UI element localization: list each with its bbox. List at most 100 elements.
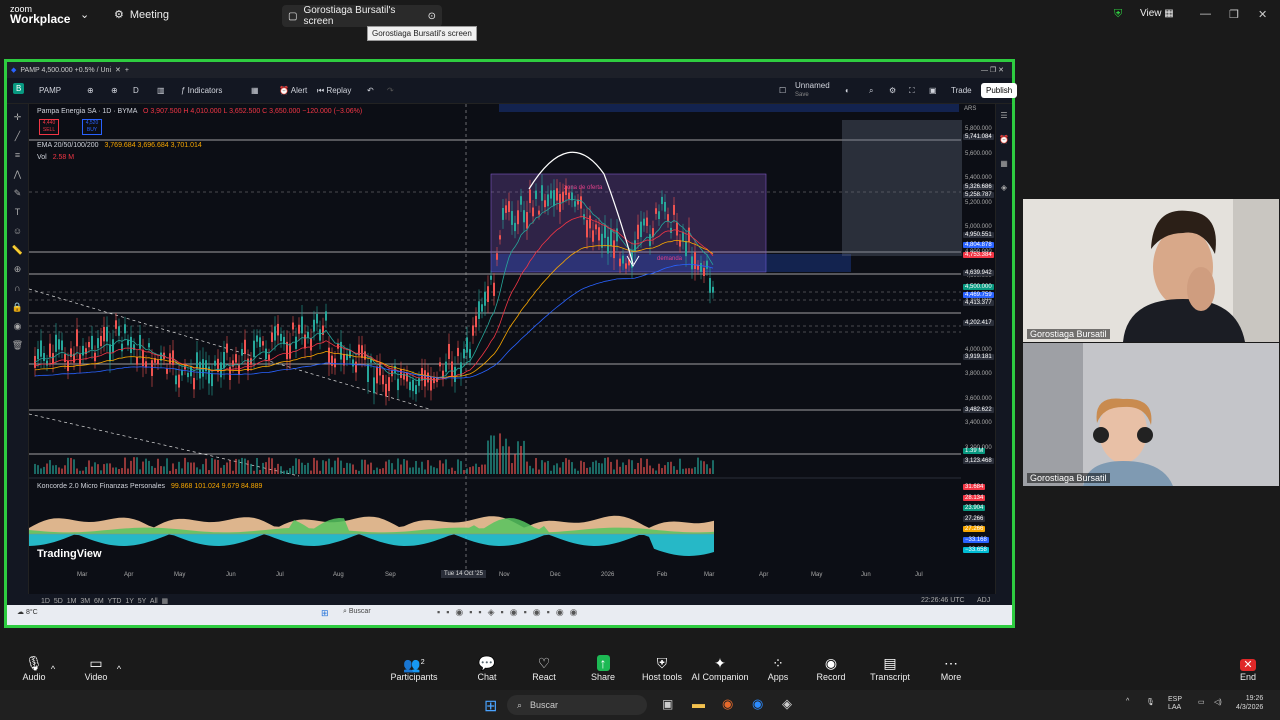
participant-video-1[interactable]: Gorostiaga Bursatil [1023, 199, 1279, 342]
browser-tab-title[interactable]: PAMP 4,500.000 +0.5% / Uni [20, 67, 111, 74]
alert-button[interactable]: ⏰ Alert [279, 86, 307, 95]
candle-body [484, 291, 486, 306]
sell-button[interactable]: 4,440 SELL [39, 119, 59, 135]
utc-clock[interactable]: 22:26:46 UTC [921, 597, 965, 604]
period-1d[interactable]: 1D [41, 598, 50, 605]
currency-label[interactable]: ARS [964, 106, 976, 112]
tab-close-icon[interactable]: ✕ [115, 66, 121, 74]
trade-button[interactable]: Trade [951, 86, 972, 95]
file-explorer-icon[interactable]: ▬ [692, 696, 705, 711]
participant-video-2[interactable]: Gorostiaga Bursatil [1023, 343, 1279, 486]
audio-options-chevron[interactable]: ^ [46, 664, 60, 674]
watchlist-icon[interactable]: ☰ [996, 104, 1012, 128]
interval-button[interactable]: D [133, 86, 139, 95]
chart-canvas[interactable] [29, 104, 995, 594]
period-5y[interactable]: 5Y [138, 598, 147, 605]
tray-mic-icon[interactable]: 🎙 [1146, 698, 1155, 706]
more-button[interactable]: ⋯ More [921, 654, 981, 682]
undo-icon[interactable]: ↶ [367, 86, 374, 95]
browser-window-controls[interactable]: — ❐ ✕ [981, 66, 1004, 74]
adj-toggle[interactable]: ADJ [977, 597, 990, 604]
network-icon[interactable]: ▭ [1198, 698, 1205, 706]
replay-button[interactable]: ⏮ Replay [317, 86, 351, 96]
hotlist-icon[interactable]: ◈ [996, 176, 1012, 200]
language-indicator[interactable]: ESP LAA [1168, 696, 1182, 712]
layout-name[interactable]: Unnamed Save [795, 82, 830, 99]
ruler-icon[interactable]: 📏 [7, 241, 28, 260]
symbol-search[interactable]: PAMP [39, 86, 61, 95]
snapshot-icon[interactable]: ▣ [929, 86, 937, 95]
redo-icon[interactable]: ↷ [387, 86, 394, 95]
view-button[interactable]: View ▦ [1140, 8, 1174, 19]
chat-button[interactable]: 💬 Chat [457, 654, 517, 682]
layout-checkbox-icon[interactable]: ☐ [779, 86, 786, 95]
period-1y[interactable]: 1Y [125, 598, 134, 605]
react-button[interactable]: ♡ React [514, 654, 574, 682]
record-button[interactable]: ◉ Record [801, 654, 861, 682]
windows-start-icon[interactable]: ⊞ [484, 696, 497, 716]
brush-icon[interactable]: ✎ [7, 184, 28, 203]
period-ytd[interactable]: YTD [107, 598, 121, 605]
video-options-chevron[interactable]: ^ [112, 664, 126, 674]
publish-button[interactable]: Publish [981, 83, 1018, 98]
windows-search[interactable]: ⌕ Buscar [507, 695, 647, 715]
settings-icon[interactable]: ⚙ [889, 86, 896, 95]
host-tools-button[interactable]: ⛨ Host tools [632, 654, 692, 682]
volume-bar [103, 464, 105, 474]
meeting-menu[interactable]: ⚙ Meeting [114, 8, 169, 22]
transcript-button[interactable]: ▤ Transcript [860, 654, 920, 682]
buy-button[interactable]: 4,520 BUY [82, 119, 102, 135]
trash-icon[interactable]: 🗑 [7, 336, 28, 355]
close-icon[interactable]: ✕ [1258, 8, 1267, 21]
alerts-icon[interactable]: ⏰ [996, 128, 1012, 152]
data-window-icon[interactable]: ▦ [996, 152, 1012, 176]
price-chart[interactable]: Pampa Energia SA · 1D · BYMA O 3,907.500… [29, 104, 995, 594]
pattern-icon[interactable]: ⋀ [7, 165, 28, 184]
zoom-in-icon[interactable]: ⊕ [7, 260, 28, 279]
add-symbol-icon[interactable]: ⊕ [111, 86, 118, 95]
emoji-icon[interactable]: ☺ [7, 222, 28, 241]
theme-toggle-icon[interactable]: ◐ [845, 86, 850, 95]
compare-icon[interactable]: ⊕ [87, 86, 94, 95]
period-6m[interactable]: 6M [94, 598, 104, 605]
security-shield-icon[interactable]: ⛨ [1114, 8, 1122, 21]
date-range-icon[interactable]: ▦ [162, 598, 169, 605]
apps-button[interactable]: ⁘ Apps [748, 654, 808, 682]
candle-style-icon[interactable]: ▥ [157, 86, 165, 95]
fullscreen-icon[interactable]: ⛶ [909, 86, 915, 96]
firefox-icon[interactable]: ◉ [722, 696, 733, 712]
share-screen-tab[interactable]: ▢ Gorostiaga Bursatil's screen ⊙ [282, 5, 442, 27]
fib-icon[interactable]: ≡ [7, 146, 28, 165]
trendline-icon[interactable]: ╱ [7, 127, 28, 146]
profile-icon[interactable]: B [13, 83, 25, 94]
period-3m[interactable]: 3M [80, 598, 90, 605]
workplace-dropdown[interactable]: ⌄ [80, 8, 89, 21]
magnet-icon[interactable]: ∩ [7, 279, 28, 298]
participants-button[interactable]: 👥2 Participants [384, 654, 444, 682]
more-options-icon[interactable]: ⊙ [428, 11, 436, 22]
period-1m[interactable]: 1M [67, 598, 77, 605]
text-icon[interactable]: T [7, 203, 28, 222]
new-tab-icon[interactable]: + [125, 67, 129, 74]
search-icon[interactable]: ⌕ [869, 86, 873, 96]
maximize-icon[interactable]: ❐ [1229, 8, 1239, 21]
volume-bar [64, 465, 66, 474]
layout-icon[interactable]: ▦ [251, 86, 259, 95]
zoom-app-icon[interactable]: ◉ [752, 696, 763, 712]
volume-icon[interactable]: ◁) [1214, 698, 1222, 706]
eye-icon[interactable]: ◉ [7, 317, 28, 336]
share-button[interactable]: ↑ Share [573, 654, 633, 682]
end-meeting-button[interactable]: ✕ End [1218, 654, 1278, 682]
participants-count: 2 [420, 659, 425, 666]
period-all[interactable]: All [150, 598, 158, 605]
indicators-button[interactable]: ƒ Indicators [181, 86, 222, 95]
ai-companion-button[interactable]: ✦ AI Companion [690, 654, 750, 682]
cursor-icon[interactable]: ✛ [7, 108, 28, 127]
period-5d[interactable]: 5D [54, 598, 63, 605]
minimize-icon[interactable]: — [1200, 8, 1211, 20]
tray-chevron-icon[interactable]: ^ [1126, 698, 1129, 705]
windows-clock[interactable]: 19:26 4/3/2026 [1236, 694, 1263, 712]
lock-icon[interactable]: 🔒 [7, 298, 28, 317]
app-icon[interactable]: ◈ [782, 696, 792, 712]
task-view-icon[interactable]: ▣ [662, 697, 673, 711]
